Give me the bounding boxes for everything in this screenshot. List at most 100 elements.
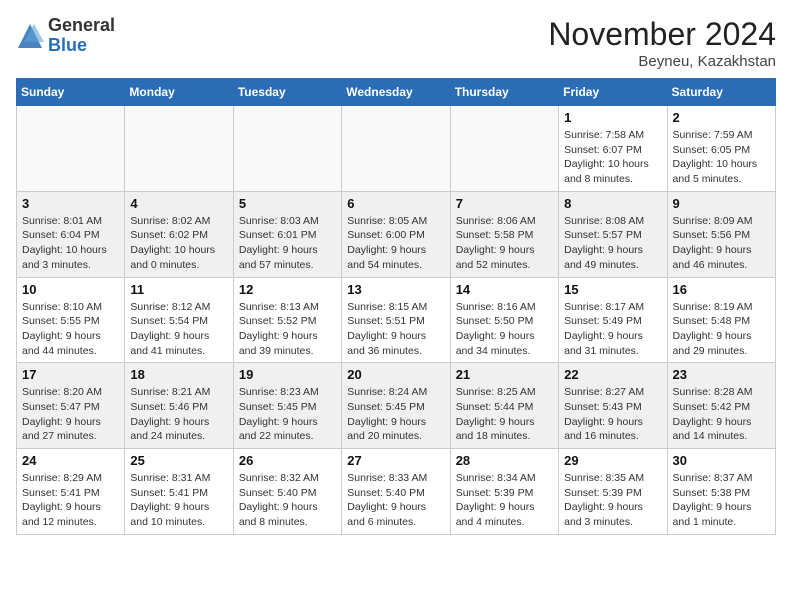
day-info: Sunrise: 8:12 AMSunset: 5:54 PMDaylight:… (130, 300, 227, 359)
day-info: Sunrise: 8:31 AMSunset: 5:41 PMDaylight:… (130, 471, 227, 530)
calendar-cell (450, 106, 558, 192)
day-number: 14 (456, 282, 553, 297)
calendar-cell: 10Sunrise: 8:10 AMSunset: 5:55 PMDayligh… (17, 277, 125, 363)
month-title: November 2024 (548, 16, 776, 53)
day-number: 8 (564, 196, 661, 211)
week-row-5: 24 Sunrise: 8:29 AMSunset: 5:41 PMDayligh… (17, 449, 776, 535)
day-number: 21 (456, 367, 553, 382)
calendar-cell: 9Sunrise: 8:09 AMSunset: 5:56 PMDaylight… (667, 191, 775, 277)
day-number: 13 (347, 282, 444, 297)
day-info: Sunrise: 8:32 AMSunset: 5:40 PMDaylight:… (239, 471, 336, 530)
calendar-cell: 18 Sunrise: 8:21 AMSunset: 5:46 PMDayligh… (125, 363, 233, 449)
week-row-2: 3Sunrise: 8:01 AMSunset: 6:04 PMDaylight… (17, 191, 776, 277)
day-number: 16 (673, 282, 770, 297)
day-info: Sunrise: 8:21 AMSunset: 5:46 PMDaylight:… (130, 385, 227, 444)
day-info: Sunrise: 8:37 AMSunset: 5:38 PMDaylight:… (673, 471, 770, 530)
calendar-cell (125, 106, 233, 192)
calendar-cell: 17 Sunrise: 8:20 AMSunset: 5:47 PMDayligh… (17, 363, 125, 449)
calendar-cell (233, 106, 341, 192)
day-number: 17 (22, 367, 119, 382)
calendar-cell: 1 Sunrise: 7:58 AMSunset: 6:07 PMDaylight… (559, 106, 667, 192)
week-row-3: 10Sunrise: 8:10 AMSunset: 5:55 PMDayligh… (17, 277, 776, 363)
day-number: 1 (564, 110, 661, 125)
calendar-cell: 15Sunrise: 8:17 AMSunset: 5:49 PMDayligh… (559, 277, 667, 363)
day-number: 4 (130, 196, 227, 211)
logo-icon (16, 22, 44, 50)
page-header: General Blue November 2024 Beyneu, Kazak… (16, 16, 776, 70)
day-number: 5 (239, 196, 336, 211)
week-row-4: 17 Sunrise: 8:20 AMSunset: 5:47 PMDayligh… (17, 363, 776, 449)
day-number: 19 (239, 367, 336, 382)
calendar-cell: 29 Sunrise: 8:35 AMSunset: 5:39 PMDayligh… (559, 449, 667, 535)
day-info: Sunrise: 8:17 AMSunset: 5:49 PMDaylight:… (564, 300, 661, 359)
logo: General Blue (16, 16, 115, 56)
calendar-cell: 7 Sunrise: 8:06 AMSunset: 5:58 PMDaylight… (450, 191, 558, 277)
day-number: 7 (456, 196, 553, 211)
day-number: 18 (130, 367, 227, 382)
day-number: 27 (347, 453, 444, 468)
day-info: Sunrise: 8:15 AMSunset: 5:51 PMDaylight:… (347, 300, 444, 359)
day-number: 20 (347, 367, 444, 382)
day-info: Sunrise: 8:29 AMSunset: 5:41 PMDaylight:… (22, 471, 119, 530)
day-number: 23 (673, 367, 770, 382)
day-number: 26 (239, 453, 336, 468)
day-info: Sunrise: 8:08 AMSunset: 5:57 PMDaylight:… (564, 214, 661, 273)
day-number: 24 (22, 453, 119, 468)
calendar-cell: 30 Sunrise: 8:37 AMSunset: 5:38 PMDayligh… (667, 449, 775, 535)
day-info: Sunrise: 8:24 AMSunset: 5:45 PMDaylight:… (347, 385, 444, 444)
weekday-header-sunday: Sunday (17, 79, 125, 106)
day-number: 2 (673, 110, 770, 125)
logo-blue: Blue (48, 35, 87, 55)
calendar-cell: 4 Sunrise: 8:02 AMSunset: 6:02 PMDaylight… (125, 191, 233, 277)
day-number: 25 (130, 453, 227, 468)
day-number: 11 (130, 282, 227, 297)
calendar-cell: 12Sunrise: 8:13 AMSunset: 5:52 PMDayligh… (233, 277, 341, 363)
day-info: Sunrise: 8:35 AMSunset: 5:39 PMDaylight:… (564, 471, 661, 530)
weekday-header-row: SundayMondayTuesdayWednesdayThursdayFrid… (17, 79, 776, 106)
day-info: Sunrise: 8:13 AMSunset: 5:52 PMDaylight:… (239, 300, 336, 359)
calendar-cell (342, 106, 450, 192)
day-info: Sunrise: 8:20 AMSunset: 5:47 PMDaylight:… (22, 385, 119, 444)
day-info: Sunrise: 7:59 AMSunset: 6:05 PMDaylight:… (673, 128, 770, 187)
calendar-cell: 22 Sunrise: 8:27 AMSunset: 5:43 PMDayligh… (559, 363, 667, 449)
calendar-cell: 14Sunrise: 8:16 AMSunset: 5:50 PMDayligh… (450, 277, 558, 363)
logo-general: General (48, 15, 115, 35)
calendar-cell (17, 106, 125, 192)
calendar-cell: 24 Sunrise: 8:29 AMSunset: 5:41 PMDayligh… (17, 449, 125, 535)
weekday-header-thursday: Thursday (450, 79, 558, 106)
day-info: Sunrise: 8:02 AMSunset: 6:02 PMDaylight:… (130, 214, 227, 273)
week-row-1: 1 Sunrise: 7:58 AMSunset: 6:07 PMDaylight… (17, 106, 776, 192)
day-info: Sunrise: 8:06 AMSunset: 5:58 PMDaylight:… (456, 214, 553, 273)
day-number: 30 (673, 453, 770, 468)
calendar: SundayMondayTuesdayWednesdayThursdayFrid… (16, 78, 776, 535)
day-number: 22 (564, 367, 661, 382)
day-info: Sunrise: 8:03 AMSunset: 6:01 PMDaylight:… (239, 214, 336, 273)
calendar-cell: 25 Sunrise: 8:31 AMSunset: 5:41 PMDayligh… (125, 449, 233, 535)
logo-text: General Blue (48, 16, 115, 56)
day-info: Sunrise: 8:01 AMSunset: 6:04 PMDaylight:… (22, 214, 119, 273)
day-number: 10 (22, 282, 119, 297)
day-info: Sunrise: 8:23 AMSunset: 5:45 PMDaylight:… (239, 385, 336, 444)
day-info: Sunrise: 8:05 AMSunset: 6:00 PMDaylight:… (347, 214, 444, 273)
day-info: Sunrise: 8:27 AMSunset: 5:43 PMDaylight:… (564, 385, 661, 444)
title-block: November 2024 Beyneu, Kazakhstan (548, 16, 776, 70)
calendar-cell: 6 Sunrise: 8:05 AMSunset: 6:00 PMDaylight… (342, 191, 450, 277)
day-number: 28 (456, 453, 553, 468)
calendar-cell: 2 Sunrise: 7:59 AMSunset: 6:05 PMDaylight… (667, 106, 775, 192)
day-info: Sunrise: 8:19 AMSunset: 5:48 PMDaylight:… (673, 300, 770, 359)
day-info: Sunrise: 7:58 AMSunset: 6:07 PMDaylight:… (564, 128, 661, 187)
weekday-header-saturday: Saturday (667, 79, 775, 106)
location: Beyneu, Kazakhstan (548, 53, 776, 70)
day-info: Sunrise: 8:09 AMSunset: 5:56 PMDaylight:… (673, 214, 770, 273)
day-info: Sunrise: 8:34 AMSunset: 5:39 PMDaylight:… (456, 471, 553, 530)
calendar-cell: 3Sunrise: 8:01 AMSunset: 6:04 PMDaylight… (17, 191, 125, 277)
calendar-cell: 28 Sunrise: 8:34 AMSunset: 5:39 PMDayligh… (450, 449, 558, 535)
day-info: Sunrise: 8:28 AMSunset: 5:42 PMDaylight:… (673, 385, 770, 444)
calendar-cell: 21Sunrise: 8:25 AMSunset: 5:44 PMDayligh… (450, 363, 558, 449)
weekday-header-friday: Friday (559, 79, 667, 106)
weekday-header-wednesday: Wednesday (342, 79, 450, 106)
calendar-cell: 20 Sunrise: 8:24 AMSunset: 5:45 PMDayligh… (342, 363, 450, 449)
day-number: 29 (564, 453, 661, 468)
day-number: 6 (347, 196, 444, 211)
weekday-header-tuesday: Tuesday (233, 79, 341, 106)
